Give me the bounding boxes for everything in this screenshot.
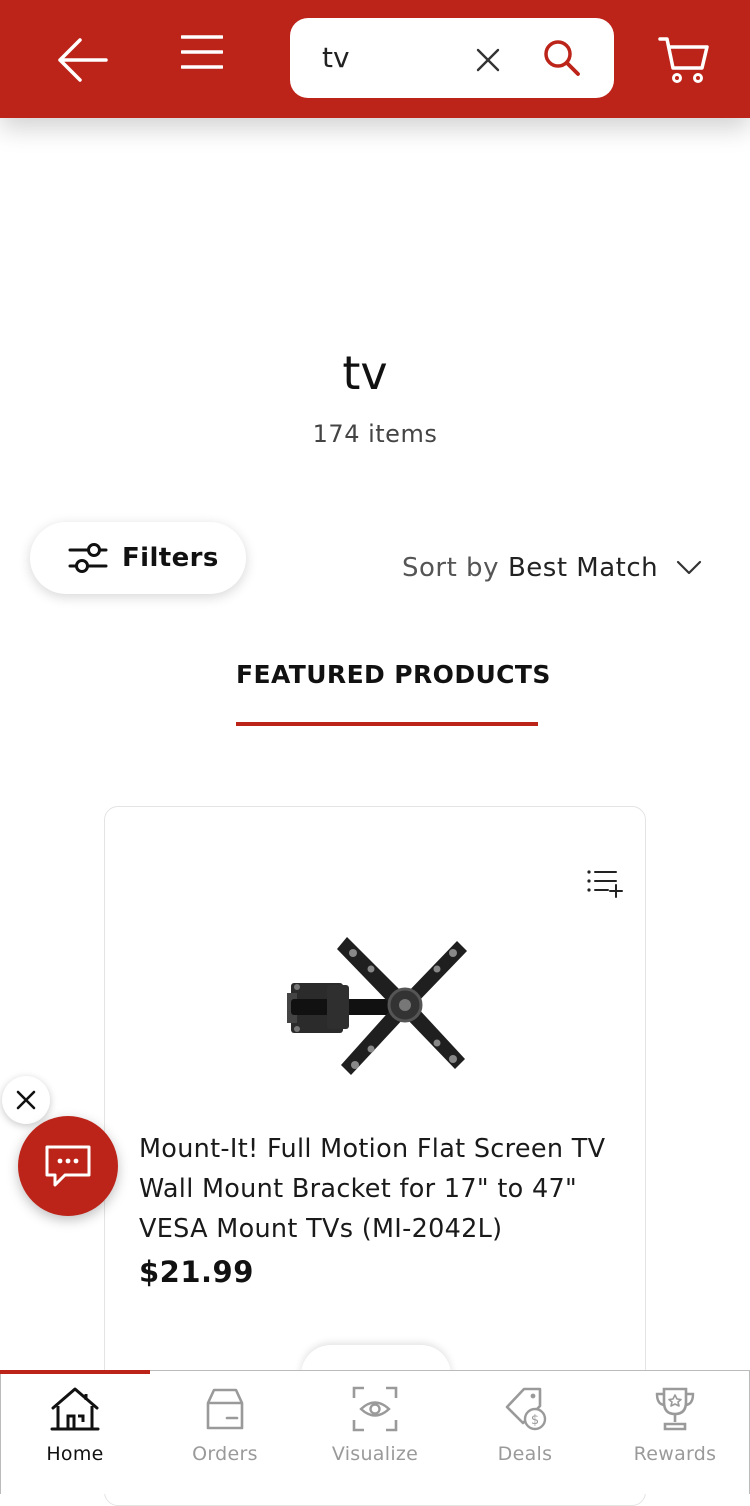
product-price: $21.99 [139, 1255, 254, 1289]
product-title[interactable]: Mount-It! Full Motion Flat Screen TV Wal… [139, 1129, 619, 1249]
tab-featured-products[interactable]: FEATURED PRODUCTS [236, 660, 550, 726]
add-to-list-icon [587, 870, 623, 898]
chat-button[interactable] [18, 1116, 118, 1216]
top-app-bar [0, 0, 750, 118]
sort-prefix: Sort by [402, 553, 499, 583]
nav-item-deals[interactable]: $ Deals [450, 1371, 600, 1494]
tab-featured-label: FEATURED PRODUCTS [236, 660, 551, 689]
sliders-icon [68, 543, 108, 573]
product-image [287, 937, 467, 1075]
filters-label: Filters [122, 543, 219, 573]
search-button[interactable] [542, 38, 582, 78]
clear-search-button[interactable] [470, 42, 506, 78]
price-tag-icon: $ [505, 1387, 547, 1431]
chevron-down-icon [676, 560, 702, 576]
menu-button[interactable] [172, 24, 232, 80]
search-input[interactable] [322, 34, 452, 80]
nav-item-rewards[interactable]: Rewards [600, 1371, 750, 1494]
sort-dropdown[interactable]: Sort by Best Match [402, 548, 702, 588]
back-button[interactable] [50, 30, 114, 90]
bottom-navigation: Home Orders Visualize $ Deals Rewards [0, 1370, 750, 1494]
nav-label-deals: Deals [497, 1443, 553, 1465]
nav-item-orders[interactable]: Orders [150, 1371, 300, 1494]
nav-item-visualize[interactable]: Visualize [300, 1371, 450, 1494]
nav-item-home[interactable]: Home [0, 1370, 150, 1494]
box-icon [206, 1388, 244, 1430]
close-icon [476, 48, 500, 72]
cart-icon [658, 37, 709, 83]
nav-label-rewards: Rewards [633, 1443, 717, 1465]
hamburger-menu-icon [181, 35, 223, 69]
nav-label-visualize: Visualize [331, 1443, 419, 1465]
filters-button[interactable]: Filters [30, 522, 246, 594]
arrow-left-icon [58, 38, 108, 82]
trophy-icon [655, 1387, 695, 1431]
search-box [290, 18, 614, 98]
results-query-title: tv [342, 346, 388, 400]
search-icon [544, 40, 580, 76]
eye-scan-icon [352, 1386, 398, 1432]
close-chat-button[interactable] [2, 1076, 50, 1124]
add-to-list-button[interactable] [583, 863, 627, 903]
nav-label-orders: Orders [192, 1443, 258, 1465]
cart-button[interactable] [652, 30, 716, 90]
svg-text:$: $ [531, 1413, 539, 1428]
sort-value: Best Match [507, 553, 659, 583]
chat-bubble-icon [45, 1145, 91, 1187]
home-icon [50, 1387, 100, 1431]
nav-label-home: Home [46, 1443, 104, 1465]
active-tab-indicator [236, 722, 538, 726]
close-icon [16, 1090, 36, 1110]
results-count: 174 items [312, 420, 438, 448]
